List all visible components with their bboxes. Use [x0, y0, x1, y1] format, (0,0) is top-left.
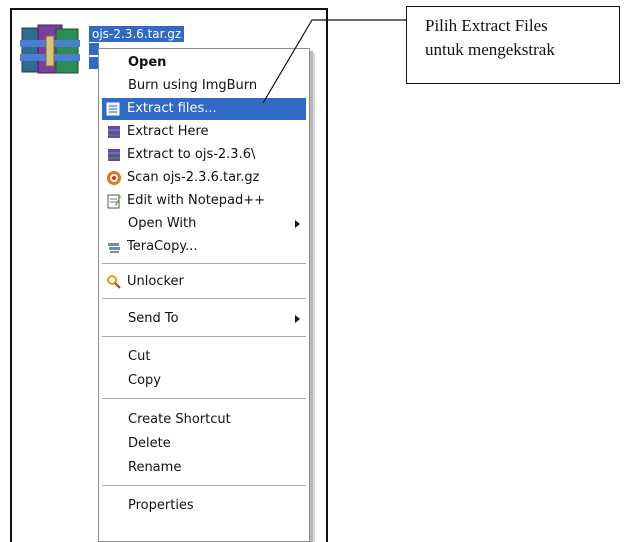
- menu-separator: [102, 485, 306, 487]
- menu-item-label: Extract to ojs-2.3.6\: [127, 147, 256, 162]
- callout-line-1: Pilih Extract Files: [425, 16, 548, 35]
- menu-item-label: Create Shortcut: [128, 412, 231, 427]
- menu-item-label: TeraCopy...: [127, 239, 198, 254]
- menu-item-label: Burn using ImgBurn: [128, 78, 258, 93]
- menu-item-extract-here[interactable]: Extract Here: [102, 121, 306, 143]
- winrar-icon: [108, 149, 120, 161]
- submenu-arrow-icon: [295, 315, 300, 323]
- menu-item-unlocker[interactable]: Unlocker: [102, 271, 306, 293]
- menu-item-teracopy[interactable]: TeraCopy...: [102, 236, 306, 258]
- menu-item-label: Extract files...: [127, 101, 217, 116]
- menu-item-label: Unlocker: [127, 274, 184, 289]
- menu-item-label: Rename: [128, 460, 182, 475]
- menu-item-edit-notepad[interactable]: Edit with Notepad++: [102, 190, 306, 212]
- menu-item-burn-imgburn[interactable]: Burn using ImgBurn: [102, 75, 306, 97]
- menu-item-extract-to[interactable]: Extract to ojs-2.3.6\: [102, 144, 306, 166]
- menu-separator: [102, 398, 306, 400]
- submenu-arrow-icon: [295, 220, 300, 228]
- menu-item-scan[interactable]: Scan ojs-2.3.6.tar.gz: [102, 167, 306, 189]
- menu-item-cut[interactable]: Cut: [102, 346, 306, 368]
- file-name-label[interactable]: ojs-2.3.6.tar.gz: [89, 26, 185, 42]
- menu-item-label: Cut: [128, 349, 151, 364]
- menu-item-label: Open With: [128, 216, 197, 231]
- menu-item-label: Delete: [128, 436, 171, 451]
- extract-files-icon: [106, 102, 120, 116]
- winrar-archive-icon[interactable]: [16, 22, 84, 80]
- menu-item-label: Scan ojs-2.3.6.tar.gz: [127, 170, 260, 185]
- menu-item-label: Send To: [128, 311, 179, 326]
- menu-item-label: Copy: [128, 373, 161, 388]
- menu-item-rename[interactable]: Rename: [102, 457, 306, 479]
- tutorial-screenshot: ojs-2.3.6.tar.gz Open Burn using ImgBurn…: [0, 0, 630, 542]
- menu-separator: [102, 263, 306, 265]
- menu-item-open[interactable]: Open: [102, 52, 306, 74]
- menu-item-properties[interactable]: Properties: [102, 495, 306, 517]
- notepad-icon: [107, 194, 121, 209]
- menu-item-create-shortcut[interactable]: Create Shortcut: [102, 409, 306, 431]
- callout-line-2: untuk mengekstrak: [425, 40, 555, 59]
- menu-separator: [102, 298, 306, 300]
- menu-item-open-with[interactable]: Open With: [102, 213, 306, 235]
- menu-item-send-to[interactable]: Send To: [102, 308, 306, 330]
- instruction-callout: Pilih Extract Files untuk mengekstrak: [406, 6, 620, 84]
- menu-item-extract-files[interactable]: Extract files...: [102, 98, 306, 120]
- menu-item-label: Edit with Notepad++: [127, 193, 266, 208]
- menu-item-label: Extract Here: [127, 124, 209, 139]
- menu-item-delete[interactable]: Delete: [102, 433, 306, 455]
- menu-item-label: Properties: [128, 498, 194, 513]
- menu-item-label: Open: [128, 55, 167, 70]
- menu-separator: [102, 336, 306, 338]
- context-menu: Open Burn using ImgBurn Extract files...…: [98, 48, 310, 542]
- unlocker-icon: [107, 275, 121, 289]
- antivirus-icon: [107, 171, 121, 185]
- winrar-icon: [108, 126, 120, 138]
- teracopy-icon: [108, 243, 120, 253]
- menu-item-copy[interactable]: Copy: [102, 370, 306, 392]
